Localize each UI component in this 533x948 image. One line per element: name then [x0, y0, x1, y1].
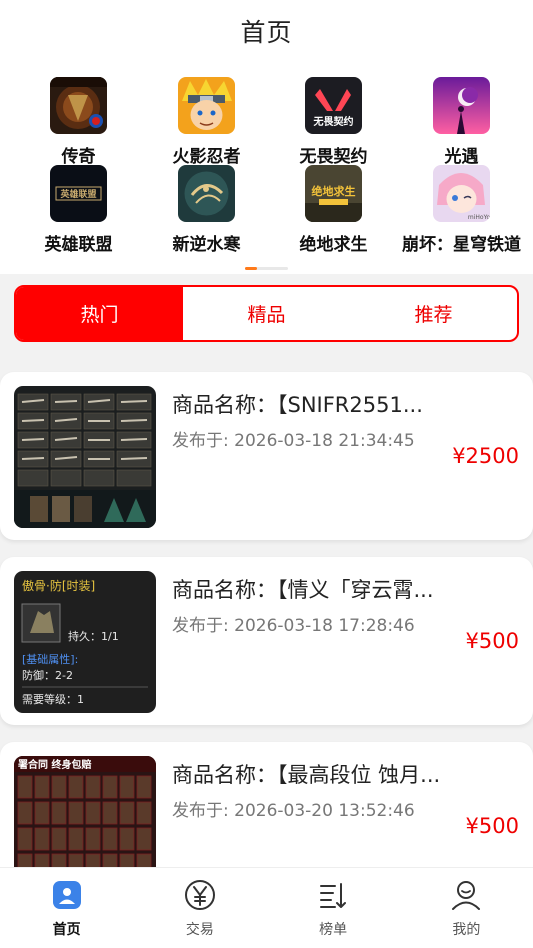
category-tabs: 热门 精品 推荐 — [14, 285, 519, 342]
thumb-level: 需要等级：1 — [22, 692, 84, 706]
game-item-legend[interactable]: 传奇 — [12, 77, 145, 167]
honkai-star-rail-game-icon: miHoYo — [433, 165, 490, 222]
valorant-game-icon: 无畏契约 — [305, 77, 362, 134]
product-publish-date: 发布于: 2026-03-18 21:34:45 — [172, 431, 415, 451]
lol-icon-text: 英雄联盟 — [59, 188, 96, 200]
pubg-icon-text: 绝地求生 — [312, 184, 356, 198]
nishuihan-game-icon — [178, 165, 235, 222]
sky-game-icon — [433, 77, 490, 134]
product-name: 商品名称：【SNIFR2551... — [172, 393, 423, 417]
game-item-naruto[interactable]: 火影忍者 — [140, 77, 273, 167]
tab-hot[interactable]: 热门 — [16, 287, 183, 340]
game-label: 光遇 — [444, 147, 479, 167]
pubg-game-icon: 绝地求生 — [305, 165, 362, 222]
home-icon — [52, 881, 81, 909]
game-label: 绝地求生 — [299, 235, 368, 255]
ranking-list-icon — [320, 883, 347, 908]
game-category-grid: 传奇 火影忍者 无畏契约 无畏契约 光遇 英雄联盟 英雄联盟 新逆水寒 绝地求生… — [0, 62, 533, 274]
thumb-base-attribute: [基础属性]: — [22, 652, 78, 666]
game-label: 英雄联盟 — [44, 235, 113, 255]
league-of-legends-game-icon: 英雄联盟 — [50, 165, 107, 222]
product-price: ¥2500 — [452, 444, 519, 468]
valorant-icon-text: 无畏契约 — [313, 115, 354, 128]
tabbar-label: 榜单 — [319, 922, 348, 938]
tabbar-label: 交易 — [185, 922, 214, 938]
product-price: ¥500 — [465, 814, 519, 838]
game-label: 无畏契约 — [299, 147, 368, 167]
product-price: ¥500 — [465, 629, 519, 653]
product-publish-date: 发布于: 2026-03-18 17:28:46 — [172, 616, 415, 636]
product-thumbnail: 傲骨·防[时装] 持久：1/1 [基础属性]: 防御：2-2 需要等级：1 — [14, 571, 156, 713]
thumb-durability: 持久：1/1 — [68, 629, 119, 643]
naruto-game-icon — [178, 77, 235, 134]
thumb-item-title: 傲骨·防[时装] — [22, 578, 95, 593]
tab-premium[interactable]: 精品 — [183, 287, 350, 340]
game-item-lol[interactable]: 英雄联盟 英雄联盟 — [12, 165, 145, 255]
legend-game-icon — [50, 77, 107, 134]
product-card[interactable]: 傲骨·防[时装] 持久：1/1 [基础属性]: 防御：2-2 需要等级：1 商品… — [0, 557, 533, 725]
tabbar-item-profile[interactable]: 我的 — [400, 868, 533, 948]
game-item-valorant[interactable]: 无畏契约 无畏契约 — [267, 77, 400, 167]
game-label: 崩坏：星穹铁道 — [402, 235, 521, 255]
tabbar-item-trade[interactable]: 交易 — [133, 868, 266, 948]
product-name: 商品名称：【情义「穿云霄... — [172, 578, 434, 602]
game-item-honkai[interactable]: miHoYo 崩坏：星穹铁道 — [395, 165, 528, 255]
top-header: 首页 — [0, 0, 533, 62]
carousel-page-indicator — [245, 267, 288, 270]
product-thumbnail — [14, 386, 156, 528]
page-title: 首页 — [240, 18, 293, 47]
user-profile-icon — [452, 881, 481, 910]
product-card[interactable]: 商品名称：【SNIFR2551... 发布于: 2026-03-18 21:34… — [0, 372, 533, 540]
yuan-coin-icon — [184, 880, 215, 910]
tabbar-item-ranking[interactable]: 榜单 — [267, 868, 400, 948]
game-item-sky[interactable]: 光遇 — [395, 77, 528, 167]
game-label: 火影忍者 — [172, 147, 241, 167]
game-label: 传奇 — [61, 147, 96, 167]
product-name: 商品名称：【最高段位 蚀月... — [172, 763, 441, 787]
tabbar-item-home[interactable]: 首页 — [0, 868, 133, 948]
honkai-icon-text: miHoYo — [468, 214, 490, 221]
product-publish-date: 发布于: 2026-03-20 13:52:46 — [172, 801, 415, 821]
bottom-tab-bar: 首页 交易 榜单 我的 — [0, 867, 533, 948]
game-label: 新逆水寒 — [172, 235, 241, 255]
thumb-banner: 署合同 终身包赔 — [17, 758, 91, 771]
tabbar-label: 首页 — [52, 922, 81, 938]
thumb-defense: 防御：2-2 — [22, 668, 73, 682]
page-indicator-active — [245, 267, 257, 270]
tab-recommended[interactable]: 推荐 — [350, 287, 517, 340]
game-item-pubg[interactable]: 绝地求生 绝地求生 — [267, 165, 400, 255]
game-item-nishuihan[interactable]: 新逆水寒 — [140, 165, 273, 255]
tabbar-label: 我的 — [452, 922, 481, 938]
